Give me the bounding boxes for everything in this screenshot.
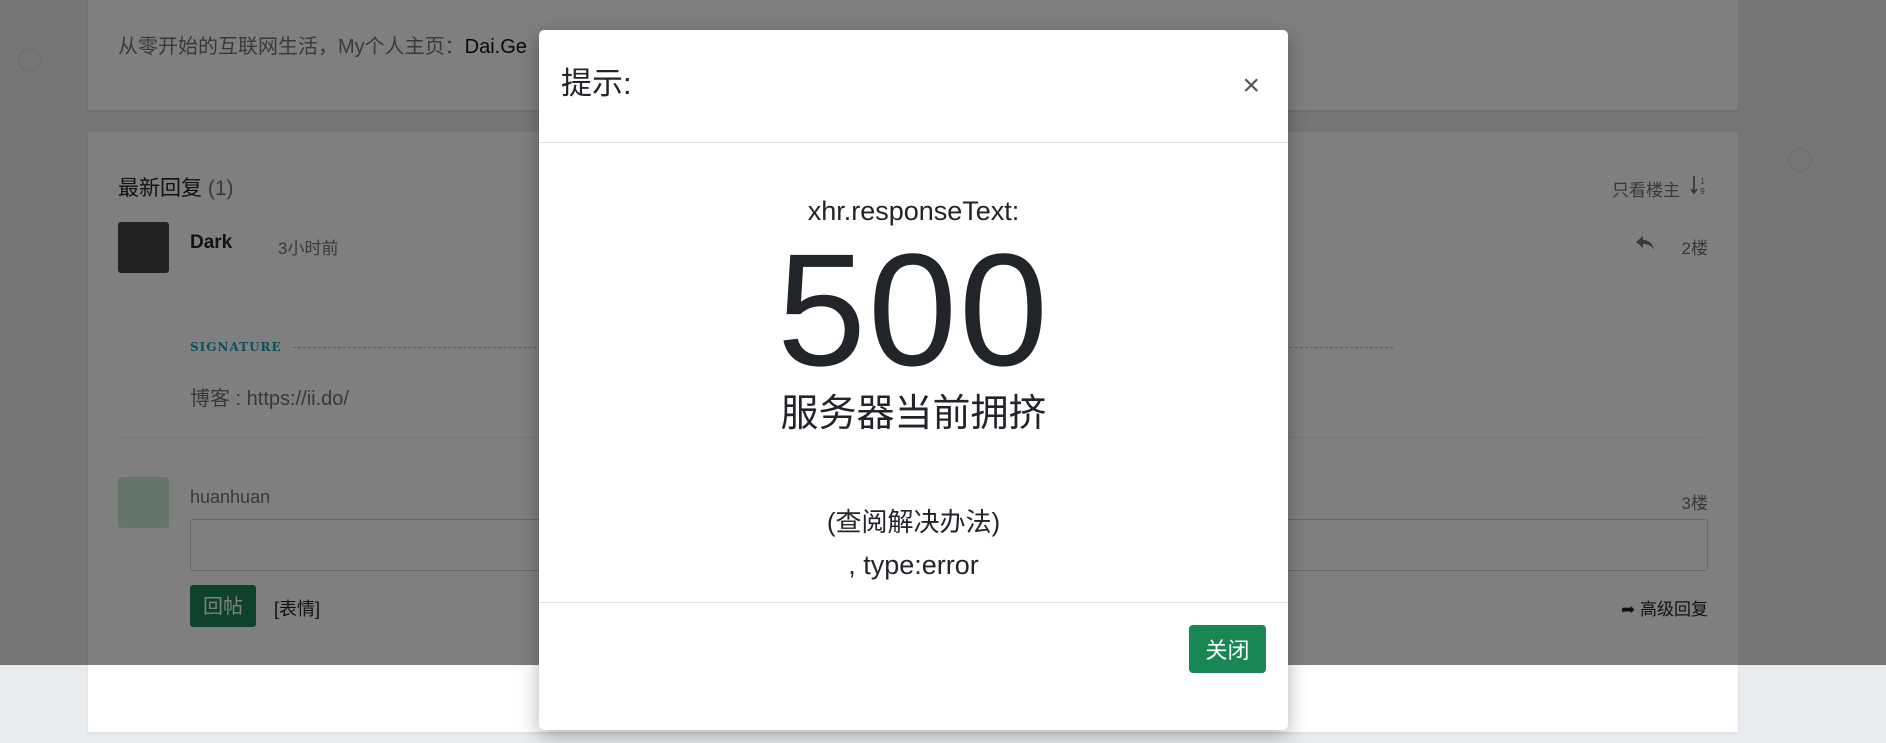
dialog-footer: 关闭 [539,602,1288,743]
error-dialog: 提示: × xhr.responseText: 500 服务器当前拥挤 (查阅解… [539,30,1288,730]
dialog-title: 提示: [561,66,632,101]
close-button[interactable]: 关闭 [1189,625,1266,673]
solution-link[interactable]: (查阅解决办法) [539,502,1288,539]
dialog-header: 提示: × [539,30,1288,143]
status-code: 500 [777,220,1050,399]
close-icon[interactable]: × [1236,70,1266,102]
error-type: , type:error [848,550,979,580]
status-message: 服务器当前拥挤 [780,393,1047,435]
